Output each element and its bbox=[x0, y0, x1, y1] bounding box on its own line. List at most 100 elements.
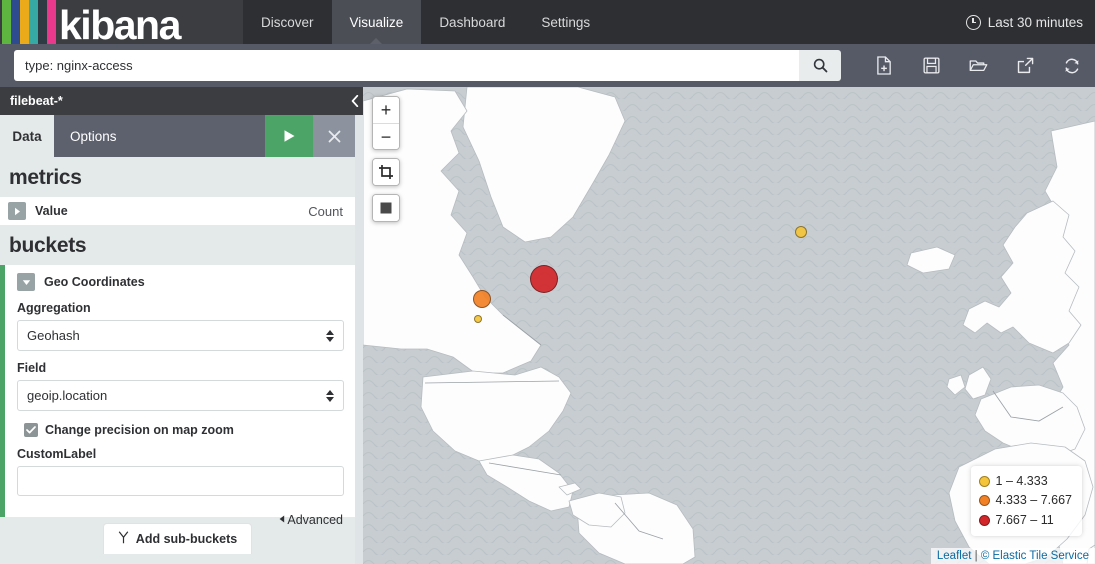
nav-item-discover[interactable]: Discover bbox=[243, 0, 332, 44]
aggregation-select-value: Geohash bbox=[27, 328, 80, 343]
marker-us-northeast[interactable] bbox=[530, 265, 558, 293]
legend-row-1: 1 – 4.333 bbox=[978, 472, 1072, 491]
custom-label-input[interactable] bbox=[17, 466, 344, 496]
bucket-header[interactable]: Geo Coordinates bbox=[17, 273, 343, 291]
search-input[interactable] bbox=[14, 51, 800, 80]
logo-bar-5 bbox=[38, 0, 47, 44]
zoom-out-button[interactable]: − bbox=[373, 123, 399, 149]
logo-bar-6 bbox=[47, 0, 56, 44]
folder-open-icon bbox=[969, 60, 987, 72]
crop-icon bbox=[379, 165, 393, 179]
custom-label-label: CustomLabel bbox=[17, 447, 97, 461]
refresh-icon bbox=[1065, 58, 1079, 73]
new-document-icon bbox=[876, 56, 891, 75]
zoom-control-group: + − bbox=[372, 96, 400, 150]
marker-europe-poland[interactable] bbox=[795, 226, 807, 238]
index-pattern-label: filebeat-* bbox=[10, 94, 63, 108]
nav-item-dashboard[interactable]: Dashboard bbox=[421, 0, 523, 44]
metrics-heading: metrics bbox=[9, 166, 82, 189]
legend-color-swatch bbox=[978, 514, 990, 526]
new-visualization-button[interactable] bbox=[861, 47, 907, 85]
floppy-disk-icon bbox=[922, 57, 940, 74]
nav-item-label: Settings bbox=[541, 14, 591, 30]
fit-data-bounds-button[interactable] bbox=[373, 159, 399, 185]
field-select-value: geoip.location bbox=[27, 388, 108, 403]
nav-item-settings[interactable]: Settings bbox=[523, 0, 608, 44]
search-submit-button[interactable] bbox=[799, 50, 841, 81]
field-select[interactable]: geoip.location bbox=[17, 380, 344, 411]
precision-checkbox[interactable] bbox=[24, 423, 38, 437]
chevron-left-icon bbox=[351, 95, 359, 107]
add-sub-buckets-button[interactable]: Add sub-buckets bbox=[102, 523, 253, 554]
aggregation-select[interactable]: Geohash bbox=[17, 320, 344, 351]
marker-us-south[interactable] bbox=[474, 315, 482, 323]
metric-label: Value bbox=[35, 204, 68, 218]
discard-changes-button[interactable] bbox=[313, 115, 355, 157]
tab-options[interactable]: Options bbox=[54, 115, 265, 157]
bucket-title: Geo Coordinates bbox=[44, 275, 145, 289]
metric-row-value[interactable]: Value Count bbox=[0, 197, 355, 225]
visualization-toolbar bbox=[861, 47, 1095, 85]
clock-icon bbox=[965, 14, 981, 30]
legend-color-swatch bbox=[978, 495, 990, 507]
leaflet-link[interactable]: Leaflet bbox=[937, 550, 972, 562]
tab-options-label: Options bbox=[70, 128, 117, 144]
visualization-editor-sidebar: filebeat-* Data Options metrics Value Co… bbox=[0, 87, 355, 564]
time-picker-label: Last 30 minutes bbox=[987, 14, 1083, 30]
plus-icon: + bbox=[380, 100, 392, 120]
map-controls: + − bbox=[372, 96, 400, 222]
tile-provider-link[interactable]: © Elastic Tile Service bbox=[981, 550, 1089, 562]
sidebar-resize-gutter[interactable] bbox=[355, 87, 363, 564]
tile-map-visualization[interactable]: + − 1 – 4.333 4.333 – 7.667 7.667 – 11 L… bbox=[363, 87, 1095, 564]
editor-tabs: Data Options bbox=[0, 115, 355, 157]
load-visualization-button[interactable] bbox=[955, 47, 1001, 85]
logo-color-bars bbox=[2, 0, 56, 44]
precision-checkbox-label: Change precision on map zoom bbox=[45, 423, 234, 437]
draw-rectangle-filter-button[interactable] bbox=[373, 195, 399, 221]
kibana-app: kibana Discover Visualize Dashboard Setting… bbox=[0, 0, 1095, 564]
minus-icon: − bbox=[380, 126, 392, 147]
split-icon bbox=[118, 531, 129, 547]
logo-bar-4 bbox=[29, 0, 38, 44]
map-attribution: Leaflet | © Elastic Tile Service bbox=[930, 548, 1095, 564]
aggregation-label: Aggregation bbox=[17, 301, 91, 315]
zoom-in-button[interactable]: + bbox=[373, 97, 399, 123]
time-picker[interactable]: Last 30 minutes bbox=[965, 0, 1095, 44]
triangle-down-icon bbox=[17, 273, 35, 291]
fit-bounds-control-group bbox=[372, 158, 400, 186]
search-icon bbox=[813, 58, 828, 73]
precision-checkbox-row[interactable]: Change precision on map zoom bbox=[17, 423, 343, 437]
legend-range-label: 1 – 4.333 bbox=[995, 473, 1048, 488]
top-navbar: kibana Discover Visualize Dashboard Setting… bbox=[0, 0, 1095, 44]
logo-text: kibana bbox=[59, 2, 181, 44]
nav-item-visualize[interactable]: Visualize bbox=[331, 0, 422, 44]
tab-data[interactable]: Data bbox=[0, 115, 54, 157]
logo-bar-1 bbox=[2, 0, 11, 44]
apply-changes-button[interactable] bbox=[265, 115, 313, 157]
legend-color-swatch bbox=[978, 476, 990, 488]
chevron-updown-icon bbox=[326, 389, 334, 402]
query-bar bbox=[0, 44, 1095, 87]
draw-filter-control-group bbox=[372, 194, 400, 222]
kibana-logo[interactable]: kibana bbox=[0, 0, 243, 44]
logo-bar-2 bbox=[11, 0, 20, 44]
nav-items: Discover Visualize Dashboard Settings bbox=[243, 0, 608, 44]
index-pattern-bar[interactable]: filebeat-* bbox=[0, 87, 355, 115]
logo-bar-3 bbox=[20, 0, 29, 44]
refresh-visualization-button[interactable] bbox=[1049, 47, 1095, 85]
legend-range-label: 4.333 – 7.667 bbox=[995, 493, 1072, 508]
nav-item-label: Dashboard bbox=[439, 14, 506, 30]
nav-item-label: Visualize bbox=[349, 14, 404, 30]
chevron-updown-icon bbox=[326, 329, 334, 342]
save-visualization-button[interactable] bbox=[908, 47, 954, 85]
share-visualization-button[interactable] bbox=[1002, 47, 1048, 85]
close-icon bbox=[328, 130, 340, 142]
map-legend: 1 – 4.333 4.333 – 7.667 7.667 – 11 bbox=[970, 465, 1082, 536]
add-sub-buckets-label: Add sub-buckets bbox=[135, 532, 238, 546]
sidebar-collapse-button[interactable] bbox=[347, 87, 363, 115]
tab-data-label: Data bbox=[12, 128, 42, 144]
metric-value: Count bbox=[308, 203, 343, 219]
external-link-icon bbox=[1017, 57, 1033, 74]
marker-us-central[interactable] bbox=[473, 290, 491, 308]
